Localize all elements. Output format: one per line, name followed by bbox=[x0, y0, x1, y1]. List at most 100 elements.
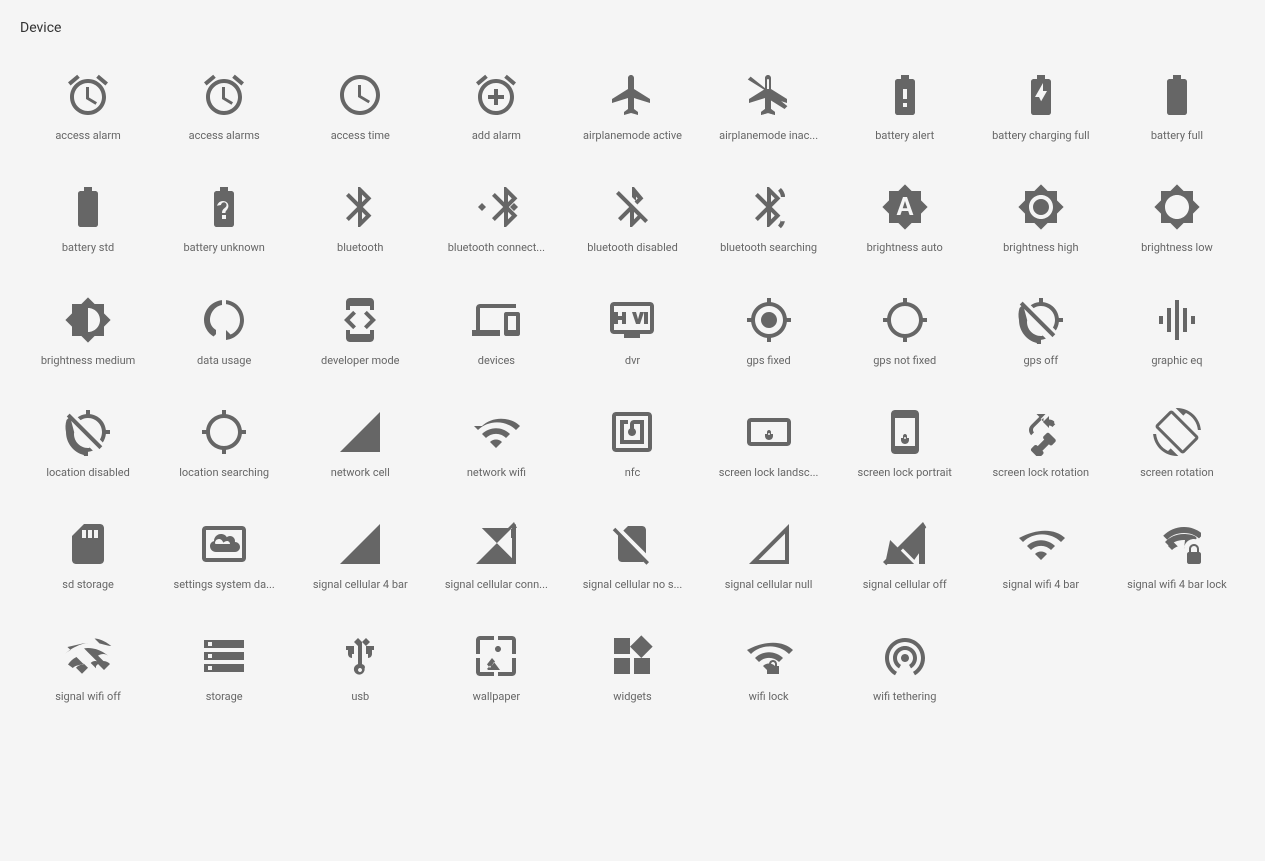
icon-item-graphic-eq[interactable]: graphic eq bbox=[1109, 281, 1245, 383]
wifi-tethering-label: wifi tethering bbox=[873, 690, 936, 704]
gps-off-icon bbox=[1017, 296, 1065, 344]
icon-item-screen-lock-portrait[interactable]: screen lock portrait bbox=[837, 393, 973, 495]
icon-item-settings-system-daydream[interactable]: settings system da... bbox=[156, 505, 292, 607]
widgets-label: widgets bbox=[613, 690, 651, 704]
icon-item-bluetooth-searching[interactable]: bluetooth searching bbox=[701, 168, 837, 270]
gps-not-fixed-icon bbox=[881, 296, 929, 344]
bluetooth-connected-icon bbox=[472, 183, 520, 231]
access-alarm-label: access alarm bbox=[55, 129, 120, 143]
wifi-lock-label: wifi lock bbox=[749, 690, 789, 704]
wallpaper-icon bbox=[472, 632, 520, 680]
icon-item-gps-off[interactable]: gps off bbox=[973, 281, 1109, 383]
devices-icon bbox=[472, 296, 520, 344]
icon-item-wifi-tethering[interactable]: wifi tethering bbox=[837, 617, 973, 719]
icon-item-screen-rotation[interactable]: screen rotation bbox=[1109, 393, 1245, 495]
gps-fixed-label: gps fixed bbox=[746, 354, 790, 368]
icon-item-battery-alert[interactable]: battery alert bbox=[837, 56, 973, 158]
icon-item-usb[interactable]: usb bbox=[292, 617, 428, 719]
icon-item-brightness-high[interactable]: brightness high bbox=[973, 168, 1109, 270]
storage-label: storage bbox=[206, 690, 243, 704]
developer-mode-label: developer mode bbox=[321, 354, 399, 368]
wifi-tethering-icon bbox=[881, 632, 929, 680]
icon-item-sd-storage[interactable]: sd storage bbox=[20, 505, 156, 607]
icon-item-developer-mode[interactable]: developer mode bbox=[292, 281, 428, 383]
signal-cellular-off-label: signal cellular off bbox=[863, 578, 947, 592]
data-usage-label: data usage bbox=[197, 354, 251, 368]
icon-item-signal-cellular-off[interactable]: signal cellular off bbox=[837, 505, 973, 607]
battery-charging-full-icon bbox=[1017, 71, 1065, 119]
icon-item-location-searching[interactable]: location searching bbox=[156, 393, 292, 495]
gps-fixed-icon bbox=[745, 296, 793, 344]
icon-item-widgets[interactable]: widgets bbox=[564, 617, 700, 719]
icon-item-signal-wifi-off[interactable]: signal wifi off bbox=[20, 617, 156, 719]
icon-item-brightness-auto[interactable]: brightness auto bbox=[837, 168, 973, 270]
screen-lock-portrait-label: screen lock portrait bbox=[858, 466, 952, 480]
brightness-auto-label: brightness auto bbox=[867, 241, 943, 255]
screen-rotation-icon bbox=[1153, 408, 1201, 456]
dvr-icon bbox=[608, 296, 656, 344]
icon-item-battery-std[interactable]: battery std bbox=[20, 168, 156, 270]
icon-item-signal-cellular-no-sim[interactable]: signal cellular no s... bbox=[564, 505, 700, 607]
icon-item-add-alarm[interactable]: add alarm bbox=[428, 56, 564, 158]
airplanemode-inactive-icon bbox=[745, 71, 793, 119]
icon-item-nfc[interactable]: nfc bbox=[564, 393, 700, 495]
icon-item-signal-cellular-null[interactable]: signal cellular null bbox=[701, 505, 837, 607]
icon-item-data-usage[interactable]: data usage bbox=[156, 281, 292, 383]
bluetooth-disabled-label: bluetooth disabled bbox=[587, 241, 678, 255]
signal-cellular-connected-icon bbox=[472, 520, 520, 568]
icon-item-battery-charging-full[interactable]: battery charging full bbox=[973, 56, 1109, 158]
icon-item-storage[interactable]: storage bbox=[156, 617, 292, 719]
signal-wifi-4bar-lock-label: signal wifi 4 bar lock bbox=[1127, 578, 1227, 592]
bluetooth-connected-label: bluetooth connect... bbox=[448, 241, 545, 255]
icon-item-access-time[interactable]: access time bbox=[292, 56, 428, 158]
icon-item-gps-fixed[interactable]: gps fixed bbox=[701, 281, 837, 383]
add-alarm-icon bbox=[472, 71, 520, 119]
gps-off-label: gps off bbox=[1023, 354, 1058, 368]
brightness-medium-label: brightness medium bbox=[41, 354, 135, 368]
brightness-high-icon bbox=[1017, 183, 1065, 231]
icon-item-airplanemode-inactive[interactable]: airplanemode inac... bbox=[701, 56, 837, 158]
icon-item-brightness-low[interactable]: brightness low bbox=[1109, 168, 1245, 270]
icon-item-bluetooth-connected[interactable]: bluetooth connect... bbox=[428, 168, 564, 270]
signal-cellular-connected-label: signal cellular conn... bbox=[445, 578, 548, 592]
brightness-auto-icon bbox=[881, 183, 929, 231]
icon-item-signal-cellular-connected[interactable]: signal cellular conn... bbox=[428, 505, 564, 607]
icon-item-gps-not-fixed[interactable]: gps not fixed bbox=[837, 281, 973, 383]
signal-wifi-4bar-lock-icon bbox=[1153, 520, 1201, 568]
icon-item-signal-cellular-4bar[interactable]: signal cellular 4 bar bbox=[292, 505, 428, 607]
signal-cellular-no-sim-label: signal cellular no s... bbox=[583, 578, 683, 592]
network-cell-icon bbox=[336, 408, 384, 456]
icon-item-battery-full[interactable]: battery full bbox=[1109, 56, 1245, 158]
signal-wifi-4bar-icon bbox=[1017, 520, 1065, 568]
screen-lock-rotation-icon bbox=[1017, 408, 1065, 456]
icon-item-brightness-medium[interactable]: brightness medium bbox=[20, 281, 156, 383]
signal-cellular-null-icon bbox=[745, 520, 793, 568]
developer-mode-icon bbox=[336, 296, 384, 344]
icon-item-network-cell[interactable]: network cell bbox=[292, 393, 428, 495]
icon-item-screen-lock-rotation[interactable]: screen lock rotation bbox=[973, 393, 1109, 495]
brightness-low-label: brightness low bbox=[1141, 241, 1213, 255]
icon-item-screen-lock-landscape[interactable]: screen lock landsc... bbox=[701, 393, 837, 495]
icon-item-devices[interactable]: devices bbox=[428, 281, 564, 383]
icon-item-access-alarms[interactable]: access alarms bbox=[156, 56, 292, 158]
network-wifi-icon bbox=[472, 408, 520, 456]
devices-label: devices bbox=[478, 354, 515, 368]
icon-item-bluetooth[interactable]: bluetooth bbox=[292, 168, 428, 270]
icon-item-bluetooth-disabled[interactable]: bluetooth disabled bbox=[564, 168, 700, 270]
icon-item-wallpaper[interactable]: wallpaper bbox=[428, 617, 564, 719]
icon-item-location-disabled[interactable]: location disabled bbox=[20, 393, 156, 495]
icon-item-network-wifi[interactable]: network wifi bbox=[428, 393, 564, 495]
battery-alert-label: battery alert bbox=[875, 129, 934, 143]
battery-std-label: battery std bbox=[62, 241, 114, 255]
icon-item-battery-unknown[interactable]: battery unknown bbox=[156, 168, 292, 270]
network-wifi-label: network wifi bbox=[467, 466, 526, 480]
access-alarm-icon bbox=[64, 71, 112, 119]
icon-item-signal-wifi-4bar-lock[interactable]: signal wifi 4 bar lock bbox=[1109, 505, 1245, 607]
icon-item-dvr[interactable]: dvr bbox=[564, 281, 700, 383]
icon-item-airplanemode-active[interactable]: airplanemode active bbox=[564, 56, 700, 158]
icon-item-wifi-lock[interactable]: wifi lock bbox=[701, 617, 837, 719]
icon-item-access-alarm[interactable]: access alarm bbox=[20, 56, 156, 158]
airplanemode-active-icon bbox=[608, 71, 656, 119]
battery-charging-full-label: battery charging full bbox=[992, 129, 1089, 143]
icon-item-signal-wifi-4bar[interactable]: signal wifi 4 bar bbox=[973, 505, 1109, 607]
